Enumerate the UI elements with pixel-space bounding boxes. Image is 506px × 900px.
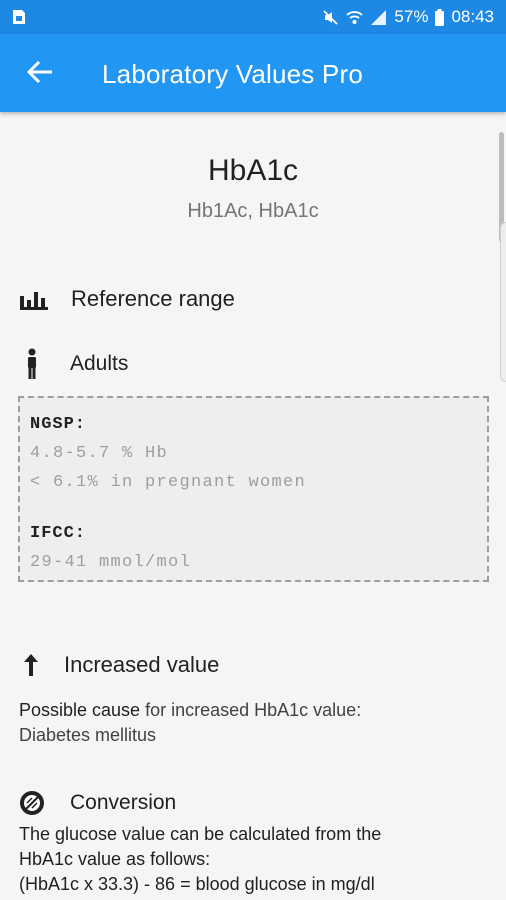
wifi-icon xyxy=(346,9,364,26)
ngsp-pregnancy: < 6.1% in pregnant women xyxy=(30,473,307,492)
reference-values-box: NGSP: 4.8-5.7 % Hb < 6.1% in pregnant wo… xyxy=(18,396,489,582)
conversion-heading: Conversion xyxy=(19,790,176,816)
increased-cause-text: Possible cause for increased HbA1c value… xyxy=(19,698,489,748)
battery-icon xyxy=(435,8,445,26)
back-button[interactable] xyxy=(20,54,60,94)
arrow-back-icon xyxy=(26,60,53,89)
increased-value-heading: Increased value xyxy=(24,652,219,678)
app-title: Laboratory Values Pro xyxy=(102,59,363,89)
ifcc-label: IFCC: xyxy=(30,524,87,543)
test-aliases: Hb1Ac, HbA1c xyxy=(187,200,319,222)
detail-content[interactable]: HbA1c Hb1Ac, HbA1c Reference range Adult… xyxy=(0,112,506,900)
clock: 08:43 xyxy=(451,7,494,26)
possible-cause-value: Diabetes mellitus xyxy=(19,725,157,745)
app-bar: Laboratory Values Pro xyxy=(0,34,506,112)
conversion-line-2: HbA1c value as follows: xyxy=(19,849,211,869)
conversion-formula: (HbA1c x 33.3) - 86 = blood glucose in m… xyxy=(19,874,375,894)
adults-label: Adults xyxy=(70,352,129,375)
conversion-label: Conversion xyxy=(70,791,177,814)
adults-heading: Adults xyxy=(25,348,128,380)
ifcc-range: 29-41 mmol/mol xyxy=(30,553,192,572)
battery-percent: 57% xyxy=(394,7,429,26)
possible-cause-label: Possible cause xyxy=(19,700,141,720)
possible-cause-text: for increased HbA1c value: xyxy=(140,700,362,720)
status-bar: 57% 08:43 xyxy=(0,0,506,34)
signal-icon xyxy=(370,9,387,26)
reference-range-heading: Reference range xyxy=(20,286,235,312)
sim-icon xyxy=(10,8,28,26)
ngsp-label: NGSP: xyxy=(30,415,87,434)
arrow-up-icon xyxy=(24,654,38,676)
ngsp-range: 4.8-5.7 % Hb xyxy=(30,444,169,463)
side-panel-handle[interactable] xyxy=(500,222,506,382)
reference-range-label: Reference range xyxy=(71,286,235,311)
conversion-icon xyxy=(19,790,45,816)
mute-icon xyxy=(322,9,339,26)
increased-value-label: Increased value xyxy=(64,652,220,677)
conversion-text: The glucose value can be calculated from… xyxy=(19,822,489,897)
conversion-line-1: The glucose value can be calculated from… xyxy=(19,824,382,844)
person-icon xyxy=(25,348,39,380)
bar-chart-icon xyxy=(20,288,48,310)
test-name: HbA1c xyxy=(207,154,299,187)
